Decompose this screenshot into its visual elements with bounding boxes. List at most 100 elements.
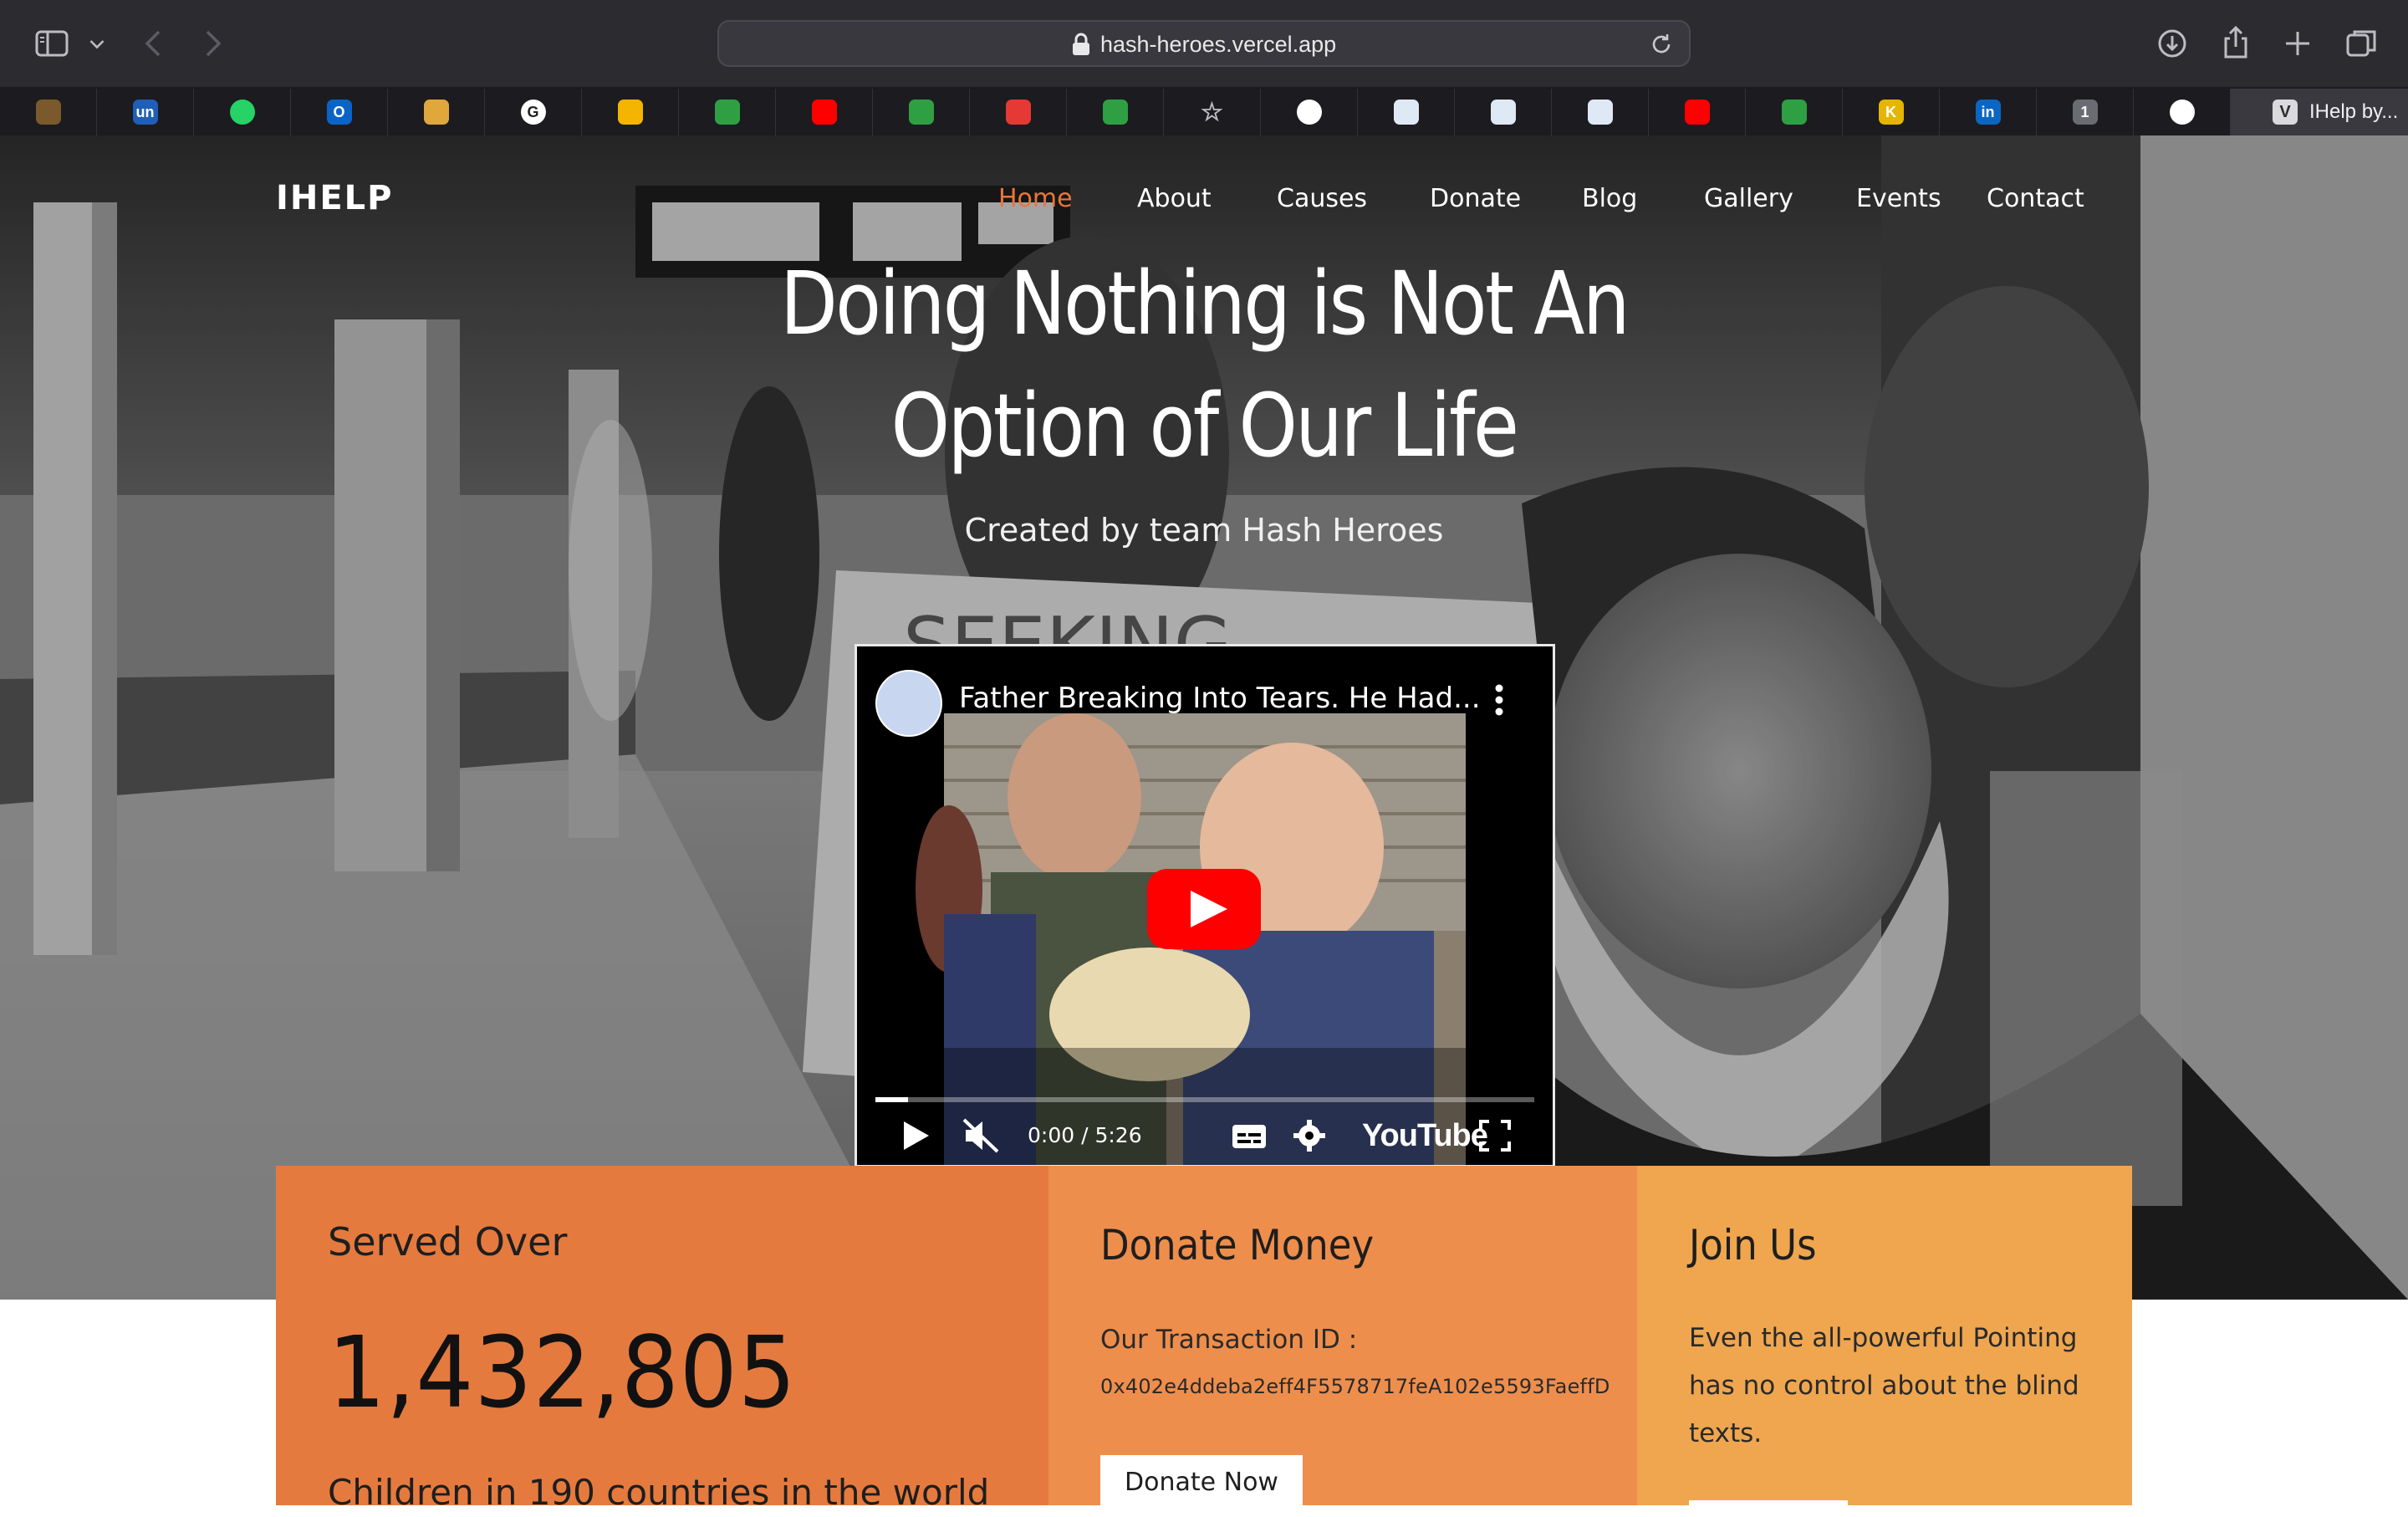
favorite-shield-18[interactable] — [1746, 89, 1843, 135]
favorite-youtube-8[interactable] — [776, 89, 873, 135]
favorite-unstop-1[interactable]: un — [97, 89, 194, 135]
notion-boring-icon — [35, 100, 61, 125]
github-icon — [1296, 100, 1322, 125]
join-heading: Join Us — [1689, 1221, 1817, 1269]
donate-now-button[interactable]: Donate Now — [1100, 1455, 1303, 1509]
green-app-icon — [714, 100, 740, 125]
favorite-outlook-3[interactable]: O — [291, 89, 388, 135]
play-button-icon[interactable] — [1147, 869, 1261, 949]
youtube-icon — [811, 100, 837, 125]
favorite-drive-6[interactable] — [582, 89, 679, 135]
badge-icon — [1393, 100, 1419, 125]
favorite-one-21[interactable]: 1 — [2037, 89, 2134, 135]
served-description: Children in 190 countries in the world — [328, 1472, 990, 1513]
favorite-k-19[interactable]: K — [1843, 89, 1940, 135]
one-icon: 1 — [2072, 100, 2098, 125]
favorite-emoji-4[interactable] — [388, 89, 485, 135]
nav-donate[interactable]: Donate — [1430, 184, 1521, 213]
github-icon — [2169, 100, 2195, 125]
mute-icon[interactable] — [961, 1115, 1002, 1157]
join-button[interactable] — [1689, 1500, 1848, 1517]
more-options-icon[interactable] — [1494, 683, 1504, 717]
nav-gallery[interactable]: Gallery — [1704, 184, 1793, 213]
transaction-label: Our Transaction ID : — [1100, 1325, 1358, 1355]
served-count: 1,432,805 — [328, 1315, 797, 1430]
linkedin-icon: in — [1975, 100, 2001, 125]
favorite-notion-boring-0[interactable] — [0, 89, 97, 135]
served-heading: Served Over — [328, 1219, 568, 1264]
browser-toolbar: hash-heroes.vercel.app — [0, 0, 2408, 89]
favorite-star-12[interactable]: ☆ — [1164, 89, 1261, 135]
hero-title-line-2: Option of Our Life — [890, 375, 1519, 477]
fullscreen-icon[interactable] — [1476, 1115, 1514, 1157]
favorite-github-22[interactable] — [2134, 89, 2231, 135]
reload-icon[interactable] — [1649, 32, 1674, 57]
k-icon: K — [1878, 100, 1904, 125]
download-icon[interactable] — [2152, 23, 2192, 64]
favorite-badge-16[interactable] — [1552, 89, 1649, 135]
star-icon: ☆ — [1201, 98, 1223, 126]
join-card: Join Us Even the all-powerful Pointing h… — [1637, 1166, 2132, 1517]
favorite-youtube-17[interactable] — [1649, 89, 1746, 135]
nav-events[interactable]: Events — [1856, 184, 1941, 213]
youtube-icon — [1684, 100, 1710, 125]
donate-card: Donate Money Our Transaction ID : 0x402e… — [1048, 1166, 1637, 1509]
favorite-github-13[interactable] — [1261, 89, 1358, 135]
url-text: hash-heroes.vercel.app — [1100, 32, 1337, 57]
nav-about[interactable]: About — [1137, 184, 1212, 213]
favorite-green-app-7[interactable] — [679, 89, 776, 135]
favorite-badge-15[interactable] — [1455, 89, 1552, 135]
channel-avatar[interactable] — [875, 670, 942, 737]
video-progress-fill — [875, 1097, 909, 1102]
youtube-logo[interactable]: YouTube — [1362, 1118, 1488, 1154]
hero-subtitle: Created by team Hash Heroes — [964, 512, 1444, 549]
settings-gear-icon[interactable] — [1290, 1115, 1329, 1157]
shield-icon — [1781, 100, 1807, 125]
site-logo[interactable]: IHELP — [276, 179, 394, 217]
green-app-icon — [908, 100, 934, 125]
new-tab-icon[interactable] — [2278, 23, 2318, 64]
favorites-bar: un O G ☆ Kin 1 V IHelp by... — [0, 89, 2408, 135]
favorite-whatsapp-2[interactable] — [194, 89, 291, 135]
share-icon[interactable] — [2216, 23, 2256, 64]
chevron-down-icon[interactable] — [82, 23, 112, 64]
play-icon[interactable] — [899, 1115, 932, 1157]
video-time: 0:00 / 5:26 — [1028, 1123, 1142, 1147]
emoji-icon — [423, 100, 449, 125]
nav-blog[interactable]: Blog — [1582, 184, 1637, 213]
tab-favicon: V — [2273, 100, 2298, 125]
favorite-google-5[interactable]: G — [485, 89, 582, 135]
served-card: Served Over 1,432,805 Children in 190 co… — [276, 1166, 1048, 1513]
favorite-green-app-9[interactable] — [873, 89, 970, 135]
nav-causes[interactable]: Causes — [1277, 184, 1367, 213]
sidebar-toggle-icon[interactable] — [32, 23, 72, 64]
drive-icon — [617, 100, 643, 125]
favorite-red-app-10[interactable] — [970, 89, 1067, 135]
hero-title: Doing Nothing is Not An Option of Our Li… — [629, 243, 1779, 487]
badge-icon — [1490, 100, 1516, 125]
nav-contact[interactable]: Contact — [1987, 184, 2084, 213]
unstop-icon: un — [132, 100, 158, 125]
outlook-icon: O — [326, 100, 352, 125]
active-tab[interactable]: V IHelp by... — [2231, 89, 2408, 135]
tab-overview-icon[interactable] — [2341, 23, 2381, 64]
favorite-linkedin-20[interactable]: in — [1940, 89, 2037, 135]
join-description: Even the all-powerful Pointing has no co… — [1689, 1323, 2079, 1448]
badge-icon — [1587, 100, 1613, 125]
favorite-badge-14[interactable] — [1358, 89, 1455, 135]
tab-title: IHelp by... — [2309, 100, 2399, 123]
favorite-green-app-11[interactable] — [1067, 89, 1164, 135]
nav-home[interactable]: Home — [998, 184, 1073, 213]
transaction-id: 0x402e4ddeba2eff4F5578717feA102e5593Faef… — [1100, 1375, 1610, 1398]
donate-heading: Donate Money — [1100, 1221, 1375, 1269]
youtube-embed[interactable]: Father Breaking Into Tears. He Had... 0:… — [855, 644, 1555, 1167]
video-progress-bar[interactable] — [875, 1097, 1534, 1102]
address-bar[interactable]: hash-heroes.vercel.app — [717, 20, 1691, 67]
forward-arrow-icon[interactable] — [192, 23, 232, 64]
google-icon: G — [520, 100, 546, 125]
green-app-icon — [1102, 100, 1128, 125]
back-arrow-icon[interactable] — [134, 23, 174, 64]
captions-icon[interactable] — [1230, 1115, 1268, 1157]
video-title[interactable]: Father Breaking Into Tears. He Had... — [959, 682, 1481, 715]
lock-icon — [1073, 33, 1089, 55]
